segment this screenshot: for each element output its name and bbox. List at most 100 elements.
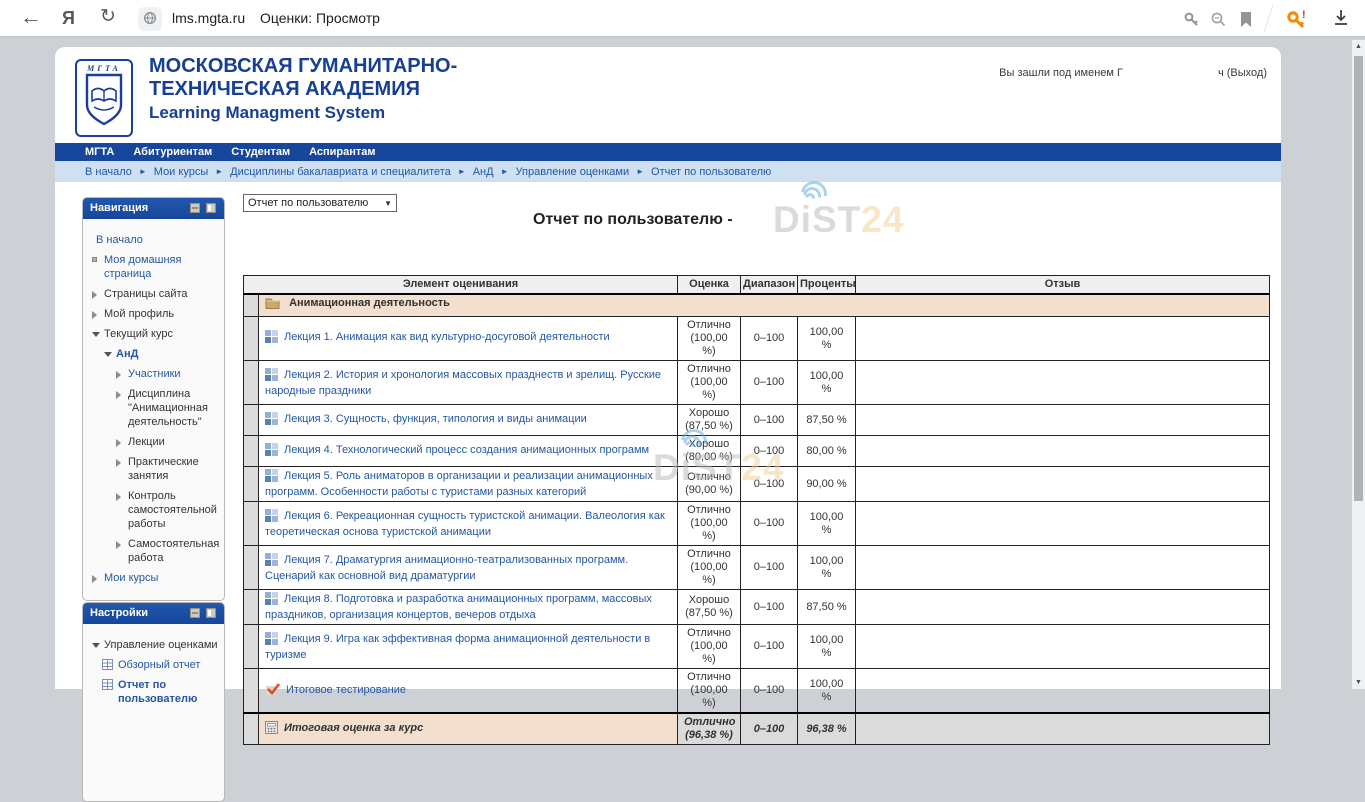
yandex-browser-icon[interactable]: Я: [62, 8, 75, 29]
feedback-cell: [856, 317, 1270, 361]
sidebar-item-home[interactable]: В начало: [88, 233, 219, 247]
percent-cell: 100,00 %: [798, 502, 856, 546]
quiz-icon: [265, 443, 278, 460]
feedback-cell: [856, 502, 1270, 546]
download-icon[interactable]: [1332, 8, 1350, 33]
block-collapse-icon[interactable]: [190, 608, 200, 618]
menu-item-abiturientam[interactable]: Абитуриентам: [133, 146, 212, 158]
bookmark-icon[interactable]: [1239, 11, 1253, 33]
address-bar-domain[interactable]: lms.mgta.ru: [172, 10, 245, 26]
sidebar-item-lectures[interactable]: Лекции: [88, 435, 219, 449]
chevron-right-icon[interactable]: [116, 371, 121, 379]
breadcrumb-separator-icon: ►: [215, 167, 223, 176]
refresh-icon[interactable]: ↻: [100, 5, 116, 28]
scrollbar-thumb[interactable]: [1354, 56, 1363, 501]
scroll-down-icon[interactable]: ▼: [1355, 679, 1362, 686]
quiz-icon: [265, 368, 278, 385]
chevron-right-icon[interactable]: [92, 291, 97, 299]
block-collapse-icon[interactable]: [190, 203, 200, 213]
breadcrumb-course[interactable]: АнД: [473, 166, 494, 178]
percent-cell: 87,50 %: [798, 405, 856, 436]
password-alert-icon[interactable]: !: [1286, 9, 1308, 34]
logo-acronym: МГТА: [77, 64, 131, 73]
sidebar-item-current-course[interactable]: Текущий курс: [88, 327, 219, 341]
chevron-right-icon[interactable]: [92, 575, 97, 583]
menu-item-mgta[interactable]: МГТА: [85, 146, 114, 158]
grade-item-link[interactable]: Лекция 6. Рекреационная сущность туристс…: [265, 510, 665, 538]
grade-item-link[interactable]: Итоговое тестирование: [286, 684, 406, 696]
sidebar-item-participants[interactable]: Участники: [88, 367, 219, 381]
sidebar-item-discipline[interactable]: Дисциплина "Анимационная деятельность": [88, 387, 219, 429]
chevron-right-icon[interactable]: [116, 541, 121, 549]
report-type-select[interactable]: Отчет по пользователю ▼: [243, 194, 397, 212]
chevron-right-icon[interactable]: [92, 311, 97, 319]
sidebar-item-my-profile[interactable]: Мой профиль: [88, 307, 219, 321]
grade-item-link[interactable]: Лекция 7. Драматургия анимационно-театра…: [265, 554, 628, 582]
grade-cell: Отлично(100,00 %): [678, 669, 741, 714]
chevron-right-icon[interactable]: [116, 493, 121, 501]
chevron-right-icon[interactable]: [116, 439, 121, 447]
grade-item-row: Лекция 8. Подготовка и разработка анимац…: [244, 590, 1270, 625]
select-arrow-icon: ▼: [384, 199, 392, 208]
page-search-icon[interactable]: [1210, 11, 1227, 33]
grade-item-link[interactable]: Лекция 2. История и хронология массовых …: [265, 369, 661, 397]
sidebar-item-my-home[interactable]: Моя домашняя страница: [88, 253, 219, 281]
report-grid-icon: [102, 659, 113, 674]
scroll-up-icon[interactable]: ▲: [1355, 43, 1362, 50]
sidebar-item-my-courses[interactable]: Мои курсы: [88, 571, 219, 585]
chevron-right-icon[interactable]: [116, 459, 121, 467]
feedback-cell: [856, 713, 1270, 745]
chevron-down-icon[interactable]: [104, 352, 112, 357]
breadcrumb-grade-admin[interactable]: Управление оценками: [516, 166, 630, 178]
logout-link[interactable]: ч (Выход): [1218, 67, 1267, 79]
percent-cell: 100,00 %: [798, 669, 856, 714]
block-dock-icon[interactable]: [206, 608, 216, 618]
feedback-cell: [856, 590, 1270, 625]
menu-item-aspirantam[interactable]: Аспирантам: [309, 146, 375, 158]
grade-cell: Отлично(90,00 %): [678, 467, 741, 502]
quiz-icon: [265, 509, 278, 526]
grade-item-link[interactable]: Лекция 5. Роль аниматоров в организации …: [265, 470, 653, 498]
course-total-label: Итоговая оценка за курс: [284, 722, 423, 734]
quiz-icon: [265, 553, 278, 570]
breadcrumb-home[interactable]: В начало: [85, 166, 132, 178]
page-scrollbar[interactable]: ▲ ▼: [1352, 40, 1365, 689]
menu-item-studentam[interactable]: Студентам: [231, 146, 290, 158]
sidebar-item-self-work[interactable]: Самостоятельная работа: [88, 537, 219, 565]
block-dock-icon[interactable]: [206, 203, 216, 213]
percent-cell: 96,38 %: [798, 713, 856, 745]
password-key-icon[interactable]: [1183, 11, 1200, 33]
grade-item-link[interactable]: Лекция 9. Игра как эффективная форма ани…: [265, 633, 650, 661]
grade-item-link[interactable]: Лекция 3. Сущность, функция, типология и…: [284, 413, 587, 425]
smartbox-edge: [1263, 5, 1273, 34]
breadcrumb-my-courses[interactable]: Мои курсы: [154, 166, 208, 178]
breadcrumb-disciplines[interactable]: Дисциплины бакалавриата и специалитета: [230, 166, 451, 178]
percent-cell: 80,00 %: [798, 436, 856, 467]
login-prefix: Вы зашли под именем Г: [999, 67, 1123, 79]
chevron-down-icon[interactable]: [92, 643, 100, 648]
chevron-right-icon[interactable]: [116, 391, 121, 399]
back-icon[interactable]: ←: [20, 4, 42, 30]
grade-item-row: Лекция 5. Роль аниматоров в организации …: [244, 467, 1270, 502]
grades-table: Элемент оценивания Оценка Диапазон Проце…: [243, 275, 1270, 745]
grade-cell: Отлично(100,00 %): [678, 502, 741, 546]
settings-item-grade-admin[interactable]: Управление оценками: [88, 638, 219, 652]
chevron-down-icon[interactable]: [92, 332, 100, 337]
category-name: Анимационная деятельность: [289, 297, 450, 309]
quiz-icon: [265, 412, 278, 429]
mgta-logo[interactable]: МГТА: [75, 59, 133, 137]
sidebar-item-and-course[interactable]: АнД: [88, 347, 219, 361]
settings-item-overview-report[interactable]: Обзорный отчет: [88, 658, 219, 672]
settings-item-user-report[interactable]: Отчет по пользователю: [88, 678, 219, 706]
grade-item-link[interactable]: Лекция 4. Технологический процесс создан…: [284, 444, 649, 456]
breadcrumb-user-report[interactable]: Отчет по пользователю: [651, 166, 771, 178]
feedback-cell: [856, 436, 1270, 467]
quiz-icon: [265, 330, 278, 347]
address-bar-page-title[interactable]: Оценки: Просмотр: [260, 10, 380, 26]
grade-item-link[interactable]: Лекция 8. Подготовка и разработка анимац…: [265, 593, 652, 621]
sidebar-item-practice[interactable]: Практические занятия: [88, 455, 219, 483]
sidebar-item-self-control[interactable]: Контроль самостоятельной работы: [88, 489, 219, 531]
settings-block-title: Настройки: [90, 607, 148, 619]
grade-item-link[interactable]: Лекция 1. Анимация как вид культурно-дос…: [284, 331, 610, 343]
sidebar-item-site-pages[interactable]: Страницы сайта: [88, 287, 219, 301]
